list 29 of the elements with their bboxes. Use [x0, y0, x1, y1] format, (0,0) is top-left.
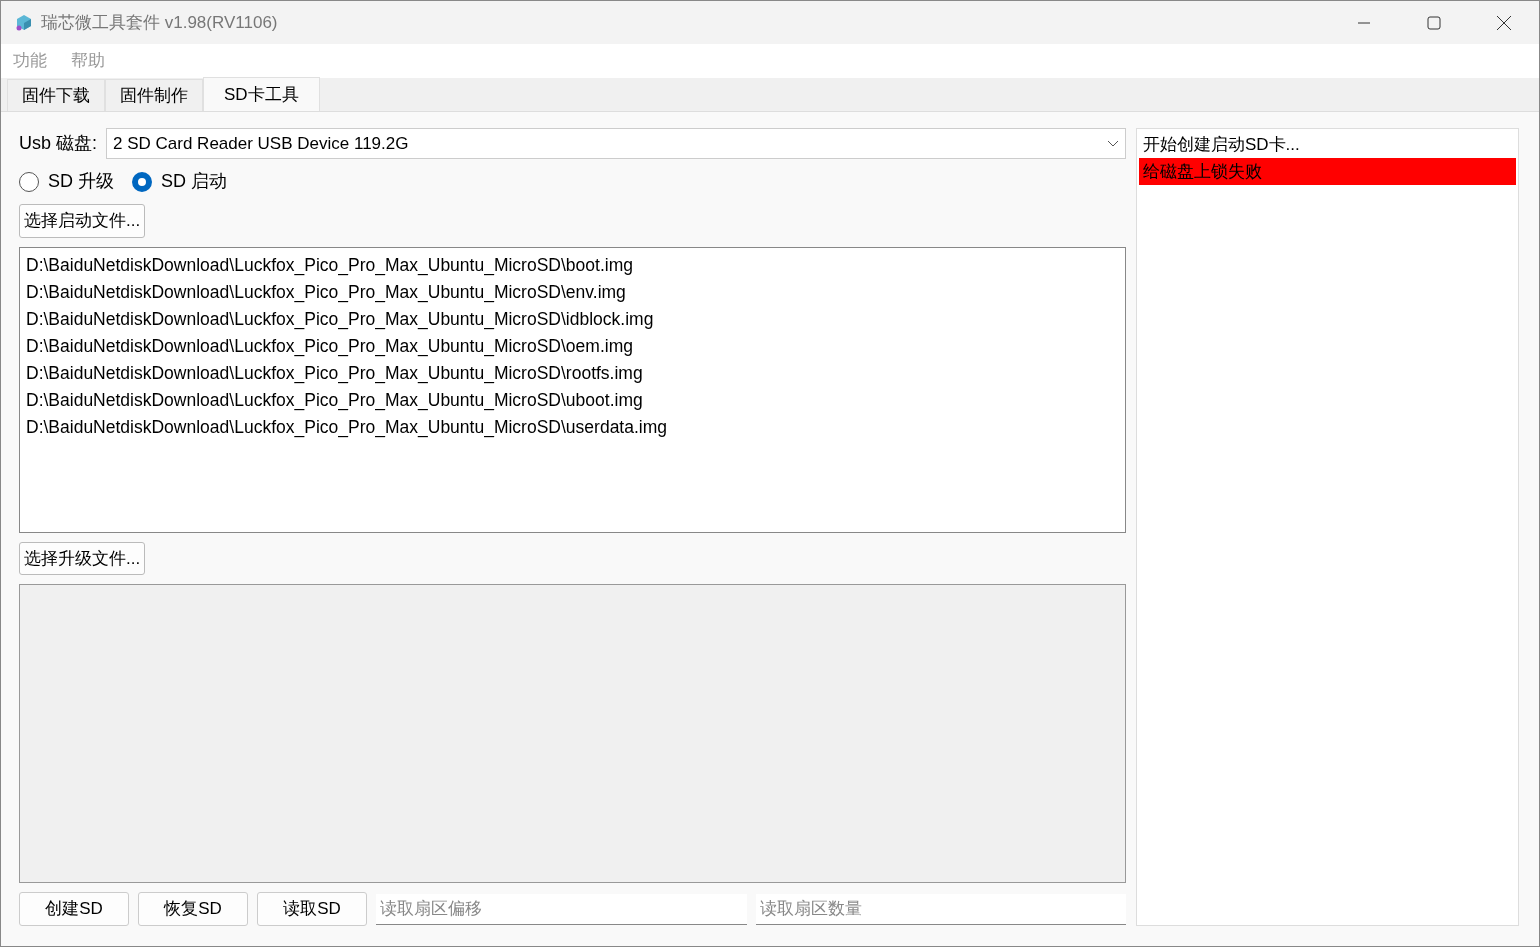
select-upgrade-file-button[interactable]: 选择升级文件... — [19, 541, 146, 575]
radio-button[interactable] — [19, 171, 39, 192]
file-path: D:\BaiduNetdiskDownload\Luckfox_Pico_Pro_Max_Ubuntu_MicroSD\oem.img — [26, 334, 634, 359]
file-path: D:\BaiduNetdiskDownload\Luckfox_Pico_Pro_Max_Ubuntu_MicroSD\env.img — [26, 280, 627, 305]
action-button[interactable]: 创建SD — [19, 892, 129, 926]
radio-label: SD 启动 — [161, 170, 228, 193]
input-field[interactable]: 读取扇区偏移 — [376, 893, 747, 925]
file-path: D:\BaiduNetdiskDownload\Luckfox_Pico_Pro_Max_Ubuntu_MicroSD\boot.img — [26, 253, 634, 278]
file-path: D:\BaiduNetdiskDownload\Luckfox_Pico_Pro_Max_Ubuntu_MicroSD\userdata.img — [26, 415, 668, 440]
tab[interactable]: 固件制作 — [105, 79, 203, 111]
usb-disk-label: Usb 磁盘: — [19, 132, 97, 155]
window-title: 瑞芯微工具套件 v1.98(RV1106) — [41, 11, 278, 34]
chevron-icon — [1107, 139, 1119, 148]
maximize-icon[interactable] — [1427, 15, 1441, 30]
usb-disk-value: 2 SD Card Reader USB Device 119.2G — [113, 132, 409, 155]
tab[interactable]: SD卡工具 — [203, 77, 320, 111]
input-field[interactable]: 读取扇区数量 — [755, 893, 1126, 925]
tab[interactable]: 固件下载 — [7, 79, 105, 111]
close-icon[interactable] — [1496, 14, 1512, 31]
file-path: D:\BaiduNetdiskDownload\Luckfox_Pico_Pro_Max_Ubuntu_MicroSD\rootfs.img — [26, 361, 644, 386]
radio-label: SD 升级 — [48, 170, 114, 193]
app-icon — [15, 13, 33, 32]
file-path: D:\BaiduNetdiskDownload\Luckfox_Pico_Pro_Max_Ubuntu_MicroSD\idblock.img — [26, 307, 655, 332]
action-button[interactable]: 读取SD — [257, 892, 367, 926]
select-boot-file-button[interactable]: 选择启动文件... — [19, 204, 146, 238]
radio-button[interactable] — [132, 171, 152, 192]
action-button[interactable]: 恢复SD — [138, 892, 248, 926]
file-path: D:\BaiduNetdiskDownload\Luckfox_Pico_Pro_Max_Ubuntu_MicroSD\uboot.img — [26, 388, 644, 413]
usb-disk-dropdown[interactable]: 2 SD Card Reader USB Device 119.2G — [106, 128, 1126, 159]
